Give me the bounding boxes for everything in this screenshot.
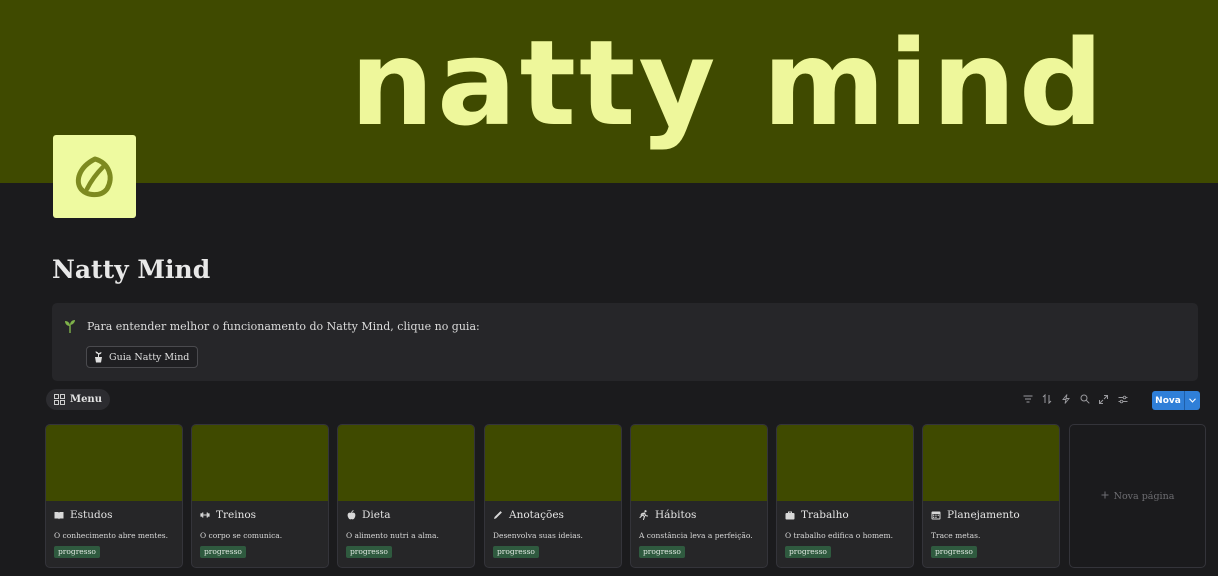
status-badge: progresso xyxy=(54,546,100,558)
view-tab-menu[interactable]: Menu xyxy=(46,389,110,410)
card-habitos[interactable]: Hábitos A constância leva a perfeição. p… xyxy=(630,424,768,568)
guide-button-label: Guia Natty Mind xyxy=(109,351,190,363)
guide-callout: Para entender melhor o funcionamento do … xyxy=(52,303,1198,381)
callout-text: Para entender melhor o funcionamento do … xyxy=(87,320,480,333)
card-description: A constância leva a perfeição. xyxy=(639,531,753,540)
search-icon[interactable] xyxy=(1079,392,1090,406)
card-trabalho[interactable]: Trabalho O trabalho edifica o homem. pro… xyxy=(776,424,914,568)
settings-icon[interactable] xyxy=(1117,392,1128,406)
briefcase-icon xyxy=(785,510,795,520)
new-page-label: Nova página xyxy=(1113,490,1175,502)
filter-icon[interactable] xyxy=(1022,392,1033,406)
card-description: Trace metas. xyxy=(931,531,981,540)
card-cover xyxy=(777,425,913,501)
cover-image[interactable]: natty mind xyxy=(0,0,1218,183)
new-page-card[interactable]: Nova página xyxy=(1069,424,1206,568)
card-title-text: Estudos xyxy=(70,509,113,521)
status-badge: progresso xyxy=(785,546,831,558)
card-description: O trabalho edifica o homem. xyxy=(785,531,893,540)
card-cover xyxy=(631,425,767,501)
runner-icon xyxy=(639,510,649,520)
card-title-text: Dieta xyxy=(362,509,391,521)
card-title: Dieta xyxy=(346,509,390,521)
card-cover xyxy=(485,425,621,501)
card-planejamento[interactable]: Planejamento Trace metas. progresso xyxy=(922,424,1060,568)
status-badge: progresso xyxy=(931,546,977,558)
guide-natty-mind-button[interactable]: Guia Natty Mind xyxy=(86,346,199,368)
card-title-text: Planejamento xyxy=(947,509,1020,521)
card-description: O alimento nutri a alma. xyxy=(346,531,439,540)
page-title: Natty Mind xyxy=(52,255,211,284)
card-cover xyxy=(338,425,474,501)
gallery-grid-icon xyxy=(54,394,65,405)
card-dieta[interactable]: Dieta O alimento nutri a alma. progresso xyxy=(337,424,475,568)
view-tab-label: Menu xyxy=(70,394,102,405)
new-button-label: Nova xyxy=(1155,395,1181,406)
card-title: Planejamento xyxy=(931,509,1020,521)
pencil-icon xyxy=(493,510,503,520)
card-cover xyxy=(46,425,182,501)
status-badge: progresso xyxy=(639,546,685,558)
card-cover xyxy=(923,425,1059,501)
apple-icon xyxy=(346,510,356,520)
calendar-icon xyxy=(931,510,941,520)
card-title-text: Anotações xyxy=(509,509,564,521)
status-badge: progresso xyxy=(200,546,246,558)
new-entry-button[interactable]: Nova xyxy=(1152,391,1200,410)
page-icon-leaf[interactable] xyxy=(53,135,136,218)
plant-pot-icon xyxy=(95,351,102,363)
sort-icon[interactable] xyxy=(1041,392,1052,406)
card-title: Anotações xyxy=(493,509,564,521)
book-icon xyxy=(54,510,64,520)
card-estudos[interactable]: Estudos O conhecimento abre mentes. prog… xyxy=(45,424,183,568)
card-title-text: Trabalho xyxy=(801,509,849,521)
card-title: Estudos xyxy=(54,509,112,521)
expand-icon[interactable] xyxy=(1098,392,1109,406)
card-description: O conhecimento abre mentes. xyxy=(54,531,168,540)
plus-icon xyxy=(1101,491,1109,502)
card-title-text: Treinos xyxy=(216,509,257,521)
automation-icon[interactable] xyxy=(1060,392,1071,406)
card-title-text: Hábitos xyxy=(655,509,697,521)
dumbbell-icon xyxy=(200,510,210,520)
database-toolbar xyxy=(1022,392,1128,406)
leaf-icon xyxy=(75,156,113,197)
card-description: Desenvolva suas ideias. xyxy=(493,531,583,540)
cover-title: natty mind xyxy=(350,14,1107,152)
card-title: Treinos xyxy=(200,509,256,521)
card-title: Trabalho xyxy=(785,509,849,521)
sprout-icon xyxy=(65,320,75,333)
card-title: Hábitos xyxy=(639,509,696,521)
card-cover xyxy=(192,425,328,501)
status-badge: progresso xyxy=(493,546,539,558)
card-anotacoes[interactable]: Anotações Desenvolva suas ideias. progre… xyxy=(484,424,622,568)
card-description: O corpo se comunica. xyxy=(200,531,283,540)
chevron-down-icon[interactable] xyxy=(1184,391,1200,410)
status-badge: progresso xyxy=(346,546,392,558)
card-treinos[interactable]: Treinos O corpo se comunica. progresso xyxy=(191,424,329,568)
